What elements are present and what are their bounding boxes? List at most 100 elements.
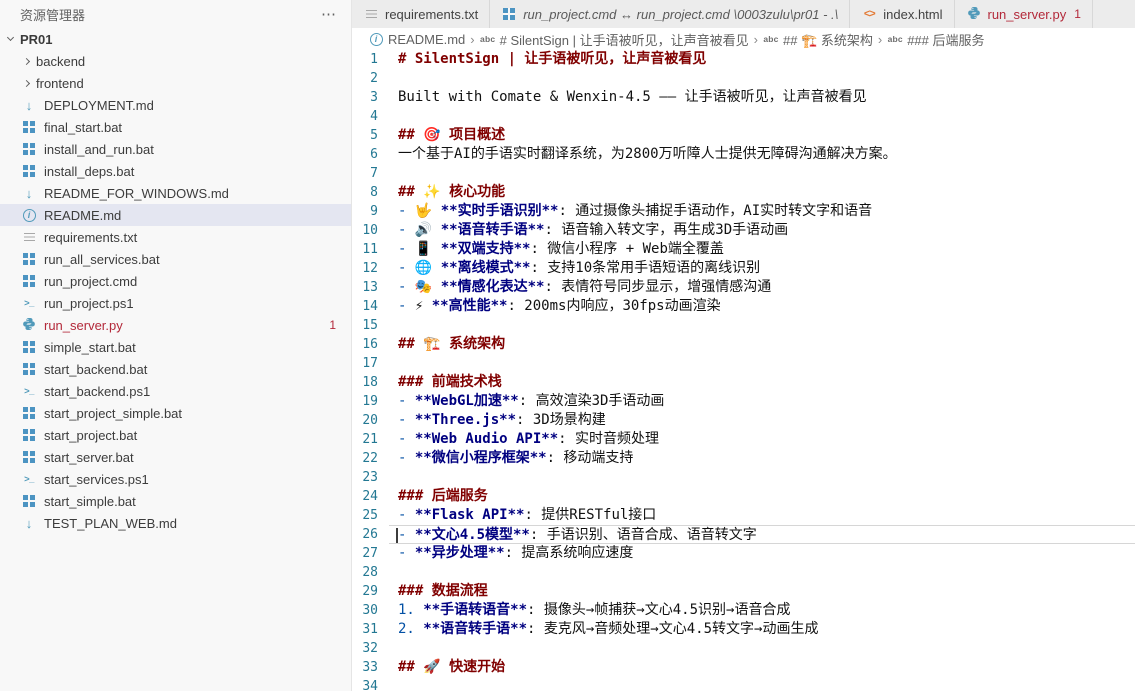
code-line-content[interactable]: - **异步处理**: 提高系统响应速度 [389, 544, 1135, 563]
tree-root-pr01[interactable]: PR01 [0, 28, 351, 50]
powershell-glyph: >_ [24, 386, 34, 397]
code-line: 24### 后端服务 [352, 487, 1135, 506]
code-token: **Flask API** [415, 507, 525, 523]
file-label: run_project.ps1 [44, 296, 134, 311]
code-token: : 提高系统响应速度 [505, 545, 634, 561]
code-line-content[interactable]: - 📱 **双端支持**: 微信小程序 + Web端全覆盖 [389, 240, 1135, 259]
tree-item[interactable]: >_run_project.ps1 [0, 292, 351, 314]
tree-item[interactable]: run_all_services.bat [0, 248, 351, 270]
tree-item[interactable]: frontend [0, 72, 351, 94]
code-token: **手语转语音** [423, 602, 527, 618]
tree-item[interactable]: start_project_simple.bat [0, 402, 351, 424]
file-label: DEPLOYMENT.md [44, 98, 154, 113]
code-token: ## 🏗️ 系统架构 [398, 336, 505, 352]
code-line-content[interactable]: - **Three.js**: 3D场景构建 [389, 411, 1135, 430]
code-line-content[interactable]: - 🤟 **实时手语识别**: 通过摄像头捕捉手语动作，AI实时转文字和语音 [389, 202, 1135, 221]
code-line-content[interactable] [389, 316, 1135, 335]
code-line-content[interactable]: - ⚡ **高性能**: 200ms内响应，30fps动画渲染 [389, 297, 1135, 316]
windows-logo-glyph [23, 429, 35, 441]
breadcrumb-item[interactable]: iREADME.md [368, 31, 465, 47]
code-line-content[interactable]: ## 🏗️ 系统架构 [389, 335, 1135, 354]
windows-icon [21, 339, 37, 355]
python-logo-glyph [967, 6, 981, 23]
code-editor[interactable]: 1# SilentSign | 让手语被听见，让声音被看见23Built wit… [352, 50, 1135, 691]
code-token: ### 数据流程 [398, 583, 488, 599]
code-line-content[interactable]: ## 🚀 快速开始 [389, 658, 1135, 677]
tree-item[interactable]: start_backend.bat [0, 358, 351, 380]
code-line-content[interactable] [389, 107, 1135, 126]
code-line-content[interactable]: 1. **手语转语音**: 摄像头→帧捕获→文心4.5识别→语音合成 [389, 601, 1135, 620]
code-token: 🌐 [415, 260, 441, 276]
code-token: - [398, 393, 415, 409]
code-token: ## 🎯 项目概述 [398, 127, 505, 143]
code-line-content[interactable]: - 🌐 **离线模式**: 支持10条常用手语短语的离线识别 [389, 259, 1135, 278]
windows-icon [21, 163, 37, 179]
code-line: 34 [352, 677, 1135, 691]
tab[interactable]: <>index.html [850, 0, 954, 28]
breadcrumb-item[interactable]: abc# SilentSign | 让手语被听见，让声音被看见 [480, 30, 749, 49]
code-line: 25- **Flask API**: 提供RESTful接口 [352, 506, 1135, 525]
tab[interactable]: run_server.py1 [955, 0, 1093, 28]
code-line-content[interactable]: Built with Comate & Wenxin-4.5 —— 让手语被听见… [389, 88, 1135, 107]
tree-item[interactable]: backend [0, 50, 351, 72]
code-line-content[interactable]: - **Web Audio API**: 实时音频处理 [389, 430, 1135, 449]
code-line: 16## 🏗️ 系统架构 [352, 335, 1135, 354]
tree-item[interactable]: ↓README_FOR_WINDOWS.md [0, 182, 351, 204]
code-line-content[interactable]: - **Flask API**: 提供RESTful接口 [389, 506, 1135, 525]
tree-item[interactable]: >_start_services.ps1 [0, 468, 351, 490]
tree-item[interactable]: >_start_backend.ps1 [0, 380, 351, 402]
tree-item[interactable]: start_simple.bat [0, 490, 351, 512]
tree-item[interactable]: requirements.txt [0, 226, 351, 248]
text-icon [21, 229, 37, 245]
breadcrumb-item[interactable]: abc## 🏗️ 系统架构 [763, 30, 873, 49]
code-line-content[interactable]: ### 数据流程 [389, 582, 1135, 601]
code-token: 🎭 [415, 279, 441, 295]
code-line-content[interactable]: - 🎭 **情感化表达**: 表情符号同步显示，增强情感沟通 [389, 278, 1135, 297]
code-line-content[interactable]: ### 后端服务 [389, 487, 1135, 506]
code-line-content[interactable]: 一个基于AI的手语实时翻译系统，为2800万听障人士提供无障碍沟通解决方案。 [389, 145, 1135, 164]
code-line-content[interactable]: ## 🎯 项目概述 [389, 126, 1135, 145]
tree-item[interactable]: ↓TEST_PLAN_WEB.md [0, 512, 351, 534]
windows-logo-glyph [23, 253, 35, 265]
breadcrumb-separator-icon: › [754, 32, 758, 47]
tree-item[interactable]: install_and_run.bat [0, 138, 351, 160]
windows-logo-glyph [23, 121, 35, 133]
code-line-content[interactable] [389, 563, 1135, 582]
breadcrumb-item[interactable]: abc### 后端服务 [887, 30, 984, 49]
code-line-content[interactable]: ### 前端技术栈 [389, 373, 1135, 392]
tree-item[interactable]: iREADME.md [0, 204, 351, 226]
code-line-content[interactable] [389, 677, 1135, 691]
tab[interactable]: requirements.txt [352, 0, 490, 28]
tree-item[interactable]: run_project.cmd [0, 270, 351, 292]
tree-item[interactable]: final_start.bat [0, 116, 351, 138]
code-token: ## ✨ 核心功能 [398, 184, 505, 200]
code-line-content[interactable] [389, 639, 1135, 658]
code-line-content[interactable]: ## ✨ 核心功能 [389, 183, 1135, 202]
tree-item[interactable]: ↓DEPLOYMENT.md [0, 94, 351, 116]
code-line: 14- ⚡ **高性能**: 200ms内响应，30fps动画渲染 [352, 297, 1135, 316]
more-actions-icon[interactable]: ⋯ [321, 5, 337, 23]
code-line: 17 [352, 354, 1135, 373]
code-token: : 提供RESTful接口 [524, 507, 656, 523]
code-line-content[interactable]: - **微信小程序框架**: 移动端支持 [389, 449, 1135, 468]
code-line-content[interactable]: 2. **语音转手语**: 麦克风→音频处理→文心4.5转文字→动画生成 [389, 620, 1135, 639]
code-line-content[interactable]: - 🔊 **语音转手语**: 语音输入转文字，再生成3D手语动画 [389, 221, 1135, 240]
file-label: run_server.py [44, 318, 123, 333]
tree-item[interactable]: start_project.bat [0, 424, 351, 446]
code-line-content[interactable]: # SilentSign | 让手语被听见，让声音被看见 [389, 50, 1135, 69]
tab[interactable]: run_project.cmd ↔ run_project.cmd \0003z… [490, 0, 850, 28]
code-line: 312. **语音转手语**: 麦克风→音频处理→文心4.5转文字→动画生成 [352, 620, 1135, 639]
code-line-content[interactable] [389, 69, 1135, 88]
tree-item[interactable]: simple_start.bat [0, 336, 351, 358]
code-line-content[interactable]: - **文心4.5模型**: 手语识别、语音合成、语音转文字 [389, 525, 1135, 544]
code-line-content[interactable]: - **WebGL加速**: 高效渲染3D手语动画 [389, 392, 1135, 411]
tree-item[interactable]: install_deps.bat [0, 160, 351, 182]
code-token: ⚡ [415, 298, 432, 314]
windows-icon [21, 273, 37, 289]
code-line: 11- 📱 **双端支持**: 微信小程序 + Web端全覆盖 [352, 240, 1135, 259]
code-line-content[interactable] [389, 468, 1135, 487]
code-line-content[interactable] [389, 164, 1135, 183]
tree-item[interactable]: run_server.py1 [0, 314, 351, 336]
tree-item[interactable]: start_server.bat [0, 446, 351, 468]
code-line-content[interactable] [389, 354, 1135, 373]
